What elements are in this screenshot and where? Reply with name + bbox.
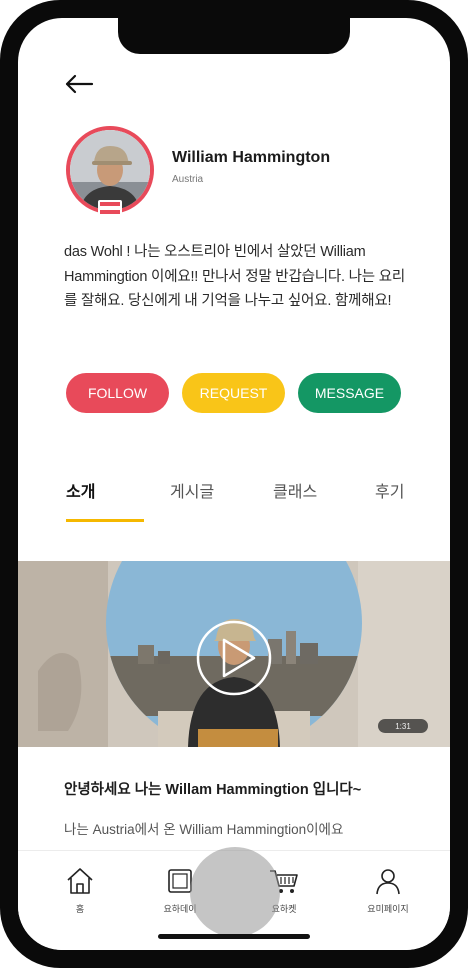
back-button[interactable]: [64, 70, 98, 98]
home-icon: [67, 868, 93, 894]
nav-mypage-label: 요미페이지: [367, 904, 409, 914]
message-button[interactable]: MESSAGE: [298, 373, 401, 413]
content-title: 안녕하세요 나는 Willam Hammingtion 입니다~: [64, 782, 362, 798]
intro-video[interactable]: 1:31: [18, 561, 450, 747]
notch: [118, 18, 350, 54]
phone-frame: William Hammington Austria das Wohl ! 나는…: [0, 0, 468, 968]
tab-intro[interactable]: 소개: [66, 478, 95, 502]
home-indicator[interactable]: [158, 934, 310, 939]
profile-name: William Hammington: [172, 149, 331, 166]
nav-home-label: 홈: [75, 904, 85, 914]
touch-indicator: [190, 847, 280, 937]
active-tab-indicator: [66, 519, 144, 522]
nav-home[interactable]: 홈: [40, 867, 120, 915]
request-button[interactable]: REQUEST: [182, 373, 285, 413]
tab-posts[interactable]: 게시글: [170, 478, 214, 502]
screen: William Hammington Austria das Wohl ! 나는…: [18, 18, 450, 950]
tab-classes[interactable]: 클래스: [273, 478, 317, 502]
content-subtitle: 나는 Austria에서 온 William Hammingtion이에요: [64, 822, 344, 837]
tab-bar: 소개 게시글 클래스 후기: [18, 470, 450, 522]
person-icon: [376, 869, 400, 895]
profile-country: Austria: [172, 174, 204, 185]
video-duration: 1:31: [378, 719, 428, 733]
arrow-left-icon: [65, 74, 94, 94]
austria-flag-icon: [98, 200, 122, 216]
follow-button[interactable]: FOLLOW: [66, 373, 169, 413]
tab-reviews[interactable]: 후기: [375, 478, 404, 502]
profile-bio: das Wohl ! 나는 오스트리아 빈에서 살았던 William Hamm…: [64, 244, 406, 309]
nav-mypage[interactable]: 요미페이지: [348, 867, 428, 915]
